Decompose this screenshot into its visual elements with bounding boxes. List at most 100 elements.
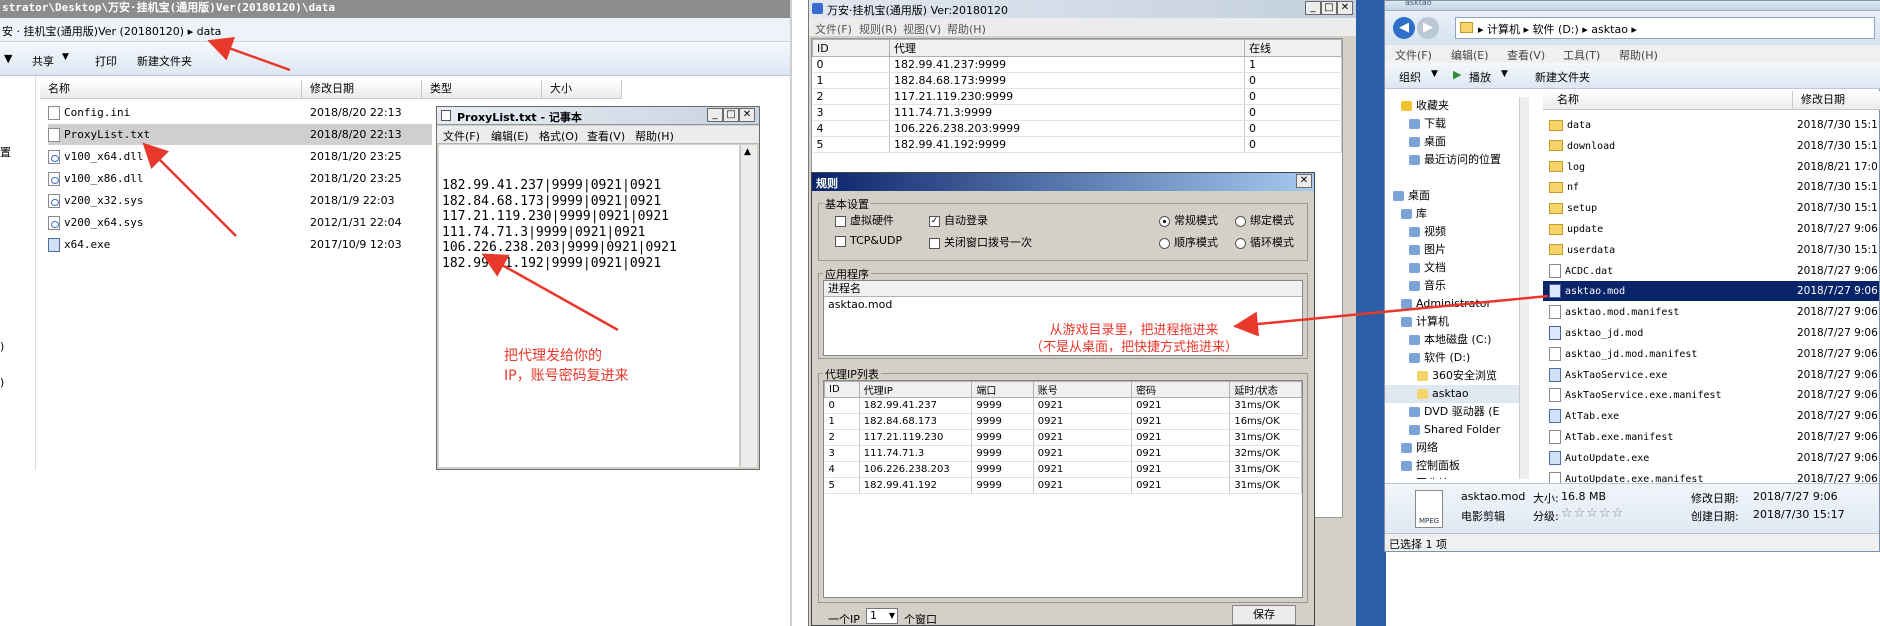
new-folder-button[interactable]: 新建文件夹 bbox=[1535, 69, 1590, 85]
app-close-button[interactable]: ✕ bbox=[1337, 1, 1353, 15]
tree-item[interactable]: asktao bbox=[1385, 385, 1527, 403]
app-menu-item[interactable]: 视图(V) bbox=[903, 21, 941, 37]
notepad-scrollbar[interactable]: ▲ bbox=[740, 145, 757, 467]
app-maximize-button[interactable]: □ bbox=[1321, 1, 1337, 15]
app-col-id[interactable]: ID bbox=[812, 39, 890, 57]
notepad-text-area[interactable]: 182.99.41.237|9999|0921|0921 182.84.68.17… bbox=[439, 145, 739, 467]
bind-mode-radio[interactable]: 绑定模式 bbox=[1235, 212, 1294, 228]
table-row[interactable]: 3 111.74.71.3:9999 0 bbox=[812, 104, 1342, 121]
tree-item[interactable]: 360安全浏览 bbox=[1385, 367, 1527, 385]
table-row[interactable]: asktao.mod.manifest 2018/7/27 9:06 bbox=[1543, 302, 1879, 322]
right-menu-item[interactable]: 帮助(H) bbox=[1619, 47, 1658, 63]
rules-close-button[interactable]: ✕ bbox=[1296, 174, 1312, 188]
tree-item[interactable]: 网络 bbox=[1385, 439, 1527, 457]
table-row[interactable]: 4 106.226.238.203 9999 0921 0921 31ms/OK bbox=[824, 461, 1302, 478]
right-menu-item[interactable]: 编辑(E) bbox=[1451, 47, 1489, 63]
scroll-up-icon[interactable]: ▲ bbox=[744, 147, 751, 157]
proxy-col-header[interactable]: 端口 bbox=[971, 381, 1034, 398]
proxy-col-header[interactable]: 延时/状态 bbox=[1229, 381, 1302, 398]
table-row[interactable]: Config.ini 2018/8/20 22:13 bbox=[48, 102, 432, 123]
forward-button-icon[interactable]: ▶ bbox=[1417, 17, 1439, 39]
tree-item[interactable]: 文档 bbox=[1385, 259, 1527, 277]
sequential-mode-radio[interactable]: 顺序模式 bbox=[1159, 234, 1218, 250]
table-row[interactable]: v100_x64.dll 2018/1/20 23:25 bbox=[48, 146, 432, 167]
maximize-button[interactable]: □ bbox=[723, 108, 739, 122]
table-row[interactable]: AutoUpdate.exe 2018/7/27 9:06 bbox=[1543, 448, 1879, 468]
proxy-col-header[interactable]: 密码 bbox=[1131, 381, 1231, 398]
table-row[interactable]: 5 182.99.41.192 9999 0921 0921 31ms/OK bbox=[824, 477, 1302, 494]
notepad-menu-item[interactable]: 帮助(H) bbox=[635, 128, 674, 144]
tree-item[interactable]: 图片 bbox=[1385, 241, 1527, 259]
proxy-ip-list[interactable]: ID 代理IP 端口 账号 密码 延时/状态 0 182.99.41.237 9999 0921… bbox=[823, 380, 1303, 598]
table-row[interactable]: AskTaoService.exe 2018/7/27 9:06 bbox=[1543, 365, 1879, 385]
play-button[interactable]: 播放 bbox=[1469, 69, 1491, 85]
tree-item[interactable]: 桌面 bbox=[1385, 133, 1527, 151]
right-col-header-date[interactable]: 修改日期 bbox=[1793, 91, 1880, 110]
table-row[interactable]: AtTab.exe.manifest 2018/7/27 9:06 bbox=[1543, 427, 1879, 447]
app-minimize-button[interactable]: _ bbox=[1305, 1, 1321, 15]
table-row[interactable]: AtTab.exe 2018/7/27 9:06 bbox=[1543, 406, 1879, 426]
proxy-col-header[interactable]: 代理IP bbox=[858, 381, 973, 398]
table-row[interactable]: asktao_jd.mod 2018/7/27 9:06 bbox=[1543, 323, 1879, 343]
back-button-icon[interactable]: ◀ bbox=[1393, 17, 1415, 39]
table-row[interactable]: AskTaoService.exe.manifest 2018/7/27 9:06 bbox=[1543, 385, 1879, 405]
right-menu-item[interactable]: 查看(V) bbox=[1507, 47, 1545, 63]
normal-mode-radio[interactable]: 常规模式 bbox=[1159, 212, 1218, 228]
app-menu-item[interactable]: 规则(R) bbox=[859, 21, 897, 37]
tree-item[interactable]: 软件 (D:) bbox=[1385, 349, 1527, 367]
organize-dropdown-icon[interactable]: ▼ bbox=[1431, 69, 1438, 79]
tcp-udp-checkbox[interactable]: TCP&UDP bbox=[835, 234, 902, 247]
tree-item[interactable]: 计算机 bbox=[1385, 313, 1527, 331]
process-header[interactable]: 进程名 bbox=[824, 281, 1302, 297]
proxy-col-header[interactable]: 账号 bbox=[1032, 381, 1133, 398]
tree-item[interactable]: 回收站 bbox=[1385, 475, 1527, 479]
table-row[interactable]: 1 182.84.68.173:9999 0 bbox=[812, 72, 1342, 89]
right-menu-item[interactable]: 文件(F) bbox=[1395, 47, 1432, 63]
close-window-dial-checkbox[interactable]: 关闭窗口拨号一次 bbox=[929, 234, 1032, 250]
loop-mode-radio[interactable]: 循环模式 bbox=[1235, 234, 1294, 250]
table-row[interactable]: v200_x64.sys 2012/1/31 22:04 bbox=[48, 212, 432, 233]
right-menu-item[interactable]: 工具(T) bbox=[1563, 47, 1600, 63]
col-header-name[interactable]: 名称 bbox=[40, 80, 302, 99]
notepad-menu-item[interactable]: 查看(V) bbox=[587, 128, 625, 144]
tree-scrollbar[interactable] bbox=[1519, 97, 1529, 479]
table-row[interactable]: 1 182.84.68.173 9999 0921 0921 16ms/OK bbox=[824, 413, 1302, 430]
col-header-type[interactable]: 类型 bbox=[422, 80, 542, 99]
tree-item[interactable]: Shared Folder bbox=[1385, 421, 1527, 439]
tree-item[interactable]: 最近访问的位置 bbox=[1385, 151, 1527, 169]
process-item[interactable]: asktao.mod bbox=[824, 297, 1302, 313]
table-row[interactable]: data 2018/7/30 15:1 bbox=[1543, 115, 1879, 135]
table-row[interactable]: ACDC.dat 2018/7/27 9:06 bbox=[1543, 261, 1879, 281]
table-row[interactable]: 2 117.21.119.230 9999 0921 0921 31ms/OK bbox=[824, 429, 1302, 446]
tree-item[interactable]: 音乐 bbox=[1385, 277, 1527, 295]
table-row[interactable]: 3 111.74.71.3 9999 0921 0921 32ms/OK bbox=[824, 445, 1302, 462]
table-row[interactable]: asktao.mod 2018/7/27 9:06 bbox=[1543, 281, 1879, 302]
notepad-menu-item[interactable]: 格式(O) bbox=[539, 128, 578, 144]
table-row[interactable]: 4 106.226.238.203:9999 0 bbox=[812, 120, 1342, 137]
table-row[interactable]: userdata 2018/7/30 15:1 bbox=[1543, 240, 1879, 260]
app-col-proxy[interactable]: 代理 bbox=[889, 39, 1245, 57]
col-header-size[interactable]: 大小 bbox=[542, 80, 622, 99]
minimize-button[interactable]: _ bbox=[707, 108, 723, 122]
table-row[interactable]: update 2018/7/27 9:06 bbox=[1543, 219, 1879, 239]
auto-login-checkbox[interactable]: ✓ 自动登录 bbox=[929, 212, 988, 228]
table-row[interactable]: 2 117.21.119.230:9999 0 bbox=[812, 88, 1342, 105]
address-bar[interactable]: ▸ 计算机 ▸ 软件 (D:) ▸ asktao ▸ bbox=[1455, 17, 1875, 39]
table-row[interactable]: setup 2018/7/30 15:1 bbox=[1543, 198, 1879, 218]
save-button[interactable]: 保存 bbox=[1232, 605, 1296, 625]
tree-item[interactable]: 控制面板 bbox=[1385, 457, 1527, 475]
table-row[interactable]: ProxyList.txt 2018/8/20 22:13 bbox=[48, 124, 432, 145]
play-dropdown-icon[interactable]: ▼ bbox=[1501, 69, 1508, 79]
per-ip-dropdown-icon[interactable]: ▼ bbox=[889, 609, 895, 623]
share-dropdown-icon[interactable]: ▼ bbox=[62, 52, 69, 62]
rating-stars-icon[interactable]: ☆☆☆☆☆ bbox=[1561, 506, 1624, 521]
right-col-header-name[interactable]: 名称 bbox=[1543, 91, 1793, 110]
tree-item[interactable]: 视频 bbox=[1385, 223, 1527, 241]
tree-item[interactable]: DVD 驱动器 (E bbox=[1385, 403, 1527, 421]
table-row[interactable]: asktao_jd.mod.manifest 2018/7/27 9:06 bbox=[1543, 344, 1879, 364]
tree-item[interactable]: 桌面 bbox=[1385, 187, 1527, 205]
table-row[interactable]: x64.exe 2017/10/9 12:03 bbox=[48, 234, 432, 255]
table-row[interactable]: v200_x32.sys 2018/1/9 22:03 bbox=[48, 190, 432, 211]
toolbar-dropdown-icon[interactable]: ▼ bbox=[4, 52, 12, 65]
col-header-date[interactable]: 修改日期 bbox=[302, 80, 422, 99]
